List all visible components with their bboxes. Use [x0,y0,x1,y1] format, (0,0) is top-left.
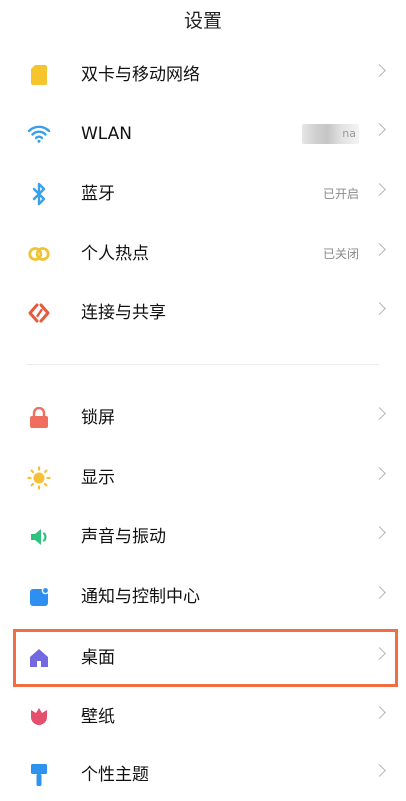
wlan-ssid-blurred: na [302,124,359,144]
connect-share-icon [27,301,51,325]
chevron-right-icon [373,586,386,599]
chevron-right-icon [373,183,386,196]
status-text: 已关闭 [322,247,359,261]
chevron-right-icon [373,706,386,719]
settings-item-label: 蓝牙 [81,184,115,204]
speaker-icon [27,525,51,549]
settings-item-wallpaper[interactable]: 壁纸 [0,691,406,743]
settings-item-connect-share[interactable]: 连接与共享 [0,287,406,339]
settings-item-label: 连接与共享 [81,303,166,323]
tulip-icon [27,705,51,729]
settings-item-label: 个性主题 [81,765,149,785]
chevron-right-icon [373,243,386,256]
sim-card-icon [27,63,51,87]
settings-item-label: 锁屏 [81,408,115,428]
chevron-right-icon [373,64,386,77]
settings-item-label: 壁纸 [81,707,115,727]
chevron-right-icon [373,123,386,136]
settings-item-themes[interactable]: 个性主题 [0,749,406,801]
settings-item-display[interactable]: 显示 [0,452,406,504]
notification-icon [27,585,51,609]
section-divider [27,364,379,365]
paint-brush-icon [27,763,51,787]
chevron-right-icon [373,764,386,777]
page-title: 设置 [183,10,222,32]
hotspot-icon [27,242,51,266]
sun-icon [27,466,51,490]
settings-item-label: 双卡与移动网络 [81,65,200,85]
settings-item-label: 个人热点 [81,244,149,264]
settings-item-lock-screen[interactable]: 锁屏 [0,392,406,444]
chevron-right-icon [373,407,386,420]
highlight-box [13,629,398,687]
settings-item-bluetooth[interactable]: 蓝牙 已开启 [0,168,406,220]
settings-item-label: 声音与振动 [81,527,166,547]
lock-icon [27,406,51,430]
settings-item-wlan[interactable]: WLAN na [0,108,406,160]
settings-item-hotspot[interactable]: 个人热点 已关闭 [0,228,406,280]
settings-item-label: 通知与控制中心 [81,587,200,607]
chevron-right-icon [373,526,386,539]
settings-item-label: WLAN [81,124,133,144]
settings-item-dual-sim[interactable]: 双卡与移动网络 [0,49,406,101]
chevron-right-icon [373,302,386,315]
chevron-right-icon [373,467,386,480]
settings-item-notifications-control-center[interactable]: 通知与控制中心 [0,571,406,623]
status-text: 已开启 [322,187,359,201]
wifi-icon [27,122,51,146]
settings-item-sound-vibration[interactable]: 声音与振动 [0,511,406,563]
settings-item-label: 显示 [81,468,115,488]
bluetooth-icon [27,182,51,206]
